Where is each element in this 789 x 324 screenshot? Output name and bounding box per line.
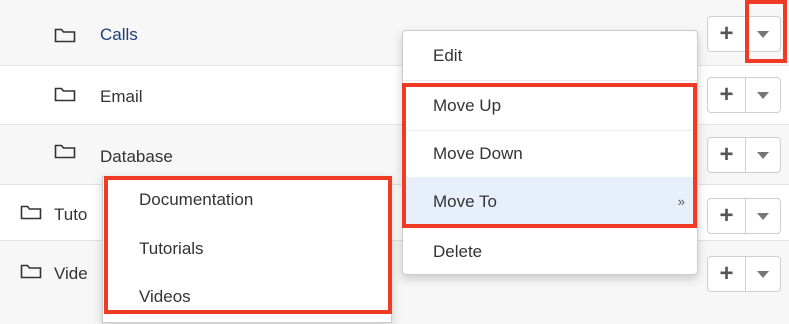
add-button[interactable]: + <box>708 199 746 233</box>
caret-down-icon <box>757 91 769 99</box>
caret-down-icon <box>757 30 769 38</box>
add-button[interactable]: + <box>708 257 746 291</box>
row-actions-dropdown: Edit Move Up Move Down Move To » Delete <box>402 30 698 275</box>
add-button[interactable]: + <box>708 78 746 112</box>
folder-icon <box>20 263 42 279</box>
submenu-item-videos[interactable]: Videos <box>139 287 191 307</box>
row-menu-button[interactable] <box>746 17 780 51</box>
menu-item-edit[interactable]: Edit <box>403 31 697 81</box>
submenu-item-documentation[interactable]: Documentation <box>139 190 253 210</box>
menu-item-label: Move Up <box>433 95 502 115</box>
menu-item-move-to[interactable]: Move To » <box>403 177 697 227</box>
row-action-group: + <box>707 198 781 234</box>
row-action-group: + <box>707 137 781 173</box>
menu-item-move-down[interactable]: Move Down <box>403 129 697 179</box>
move-to-submenu: Documentation Tutorials Videos <box>102 176 392 323</box>
row-action-group: + <box>707 256 781 292</box>
row-menu-button[interactable] <box>746 138 780 172</box>
menu-item-label: Edit <box>433 45 463 65</box>
menu-item-move-up[interactable]: Move Up <box>403 81 697 131</box>
menu-item-delete[interactable]: Delete <box>403 227 697 277</box>
row-action-group: + <box>707 77 781 113</box>
caret-down-icon <box>757 270 769 278</box>
row-menu-button[interactable] <box>746 78 780 112</box>
submenu-item-tutorials[interactable]: Tutorials <box>139 239 204 259</box>
menu-item-label: Move To <box>433 191 497 211</box>
add-button[interactable]: + <box>708 17 746 51</box>
folder-icon <box>54 143 76 159</box>
row-label-email[interactable]: Email <box>100 87 143 107</box>
folder-icon <box>20 204 42 220</box>
row-menu-button[interactable] <box>746 257 780 291</box>
row-label-videos[interactable]: Vide <box>54 264 88 284</box>
folder-icon <box>54 27 76 43</box>
menu-item-label: Delete <box>433 242 483 261</box>
submenu-arrow-icon: » <box>677 193 685 209</box>
row-label-tutorials[interactable]: Tuto <box>54 205 87 225</box>
row-label-calls[interactable]: Calls <box>100 25 138 45</box>
menu-item-label: Move Down <box>433 143 523 163</box>
folder-icon <box>54 86 76 102</box>
add-button[interactable]: + <box>708 138 746 172</box>
row-action-group: + <box>707 16 781 52</box>
caret-down-icon <box>757 151 769 159</box>
row-menu-button[interactable] <box>746 199 780 233</box>
caret-down-icon <box>757 212 769 220</box>
row-label-database[interactable]: Database <box>100 147 173 167</box>
